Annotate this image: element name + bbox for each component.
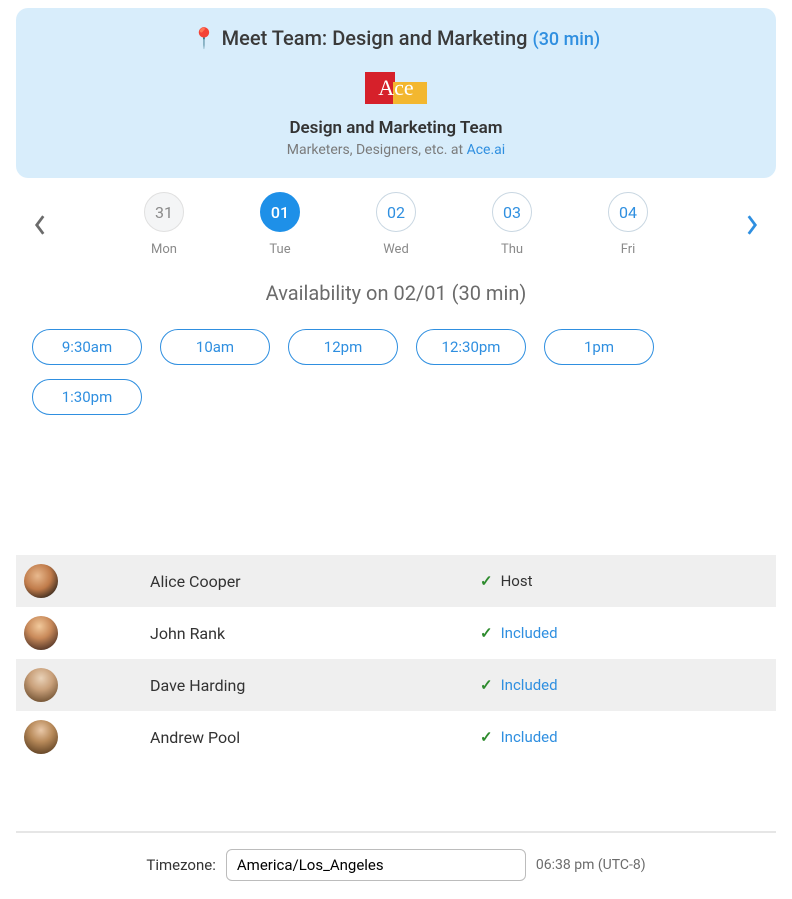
attendee-row: John Rank ✓ Included [16,607,776,659]
next-week-button[interactable] [740,213,764,237]
meeting-duration-value: 30 min [539,29,594,50]
meeting-title: 📍 Meet Team: Design and Marketing (30 mi… [36,26,756,50]
timezone-time: 06:38 pm (UTC-8) [536,857,646,873]
chevron-right-icon [745,214,759,236]
chevron-left-icon [33,214,47,236]
avatar [24,564,58,598]
timeslot-1000[interactable]: 10am [160,329,270,365]
attendee-name: Alice Cooper [150,572,480,591]
avatar [24,720,58,754]
day-label: Wed [383,242,409,257]
timeslot-1200[interactable]: 12pm [288,329,398,365]
team-subtitle: Marketers, Designers, etc. at Ace.ai [36,142,756,158]
company-logo: Ace [365,72,427,104]
day-number: 04 [608,192,648,232]
prev-week-button[interactable] [28,213,52,237]
date-picker: 31 Mon 01 Tue 02 Wed 03 Thu 04 Fri [0,178,792,257]
day-number: 31 [144,192,184,232]
day-tue[interactable]: 01 Tue [260,192,300,257]
day-number: 01 [260,192,300,232]
attendee-role: Included [501,676,558,694]
team-link[interactable]: Ace.ai [467,142,506,158]
check-icon: ✓ [480,728,493,746]
day-list: 31 Mon 01 Tue 02 Wed 03 Thu 04 Fri [106,192,686,257]
day-mon[interactable]: 31 Mon [144,192,184,257]
attendee-status: ✓ Host [480,572,532,590]
timezone-label: Timezone: [146,856,215,874]
timeslot-1330[interactable]: 1:30pm [32,379,142,415]
attendee-role: Included [501,624,558,642]
day-thu[interactable]: 03 Thu [492,192,532,257]
attendee-name: Andrew Pool [150,728,480,747]
timeslot-0930[interactable]: 9:30am [32,329,142,365]
attendees-list: Alice Cooper ✓ Host John Rank ✓ Included… [0,555,792,763]
team-sub-prefix: Marketers, Designers, etc. at [287,142,467,158]
check-icon: ✓ [480,676,493,694]
day-wed[interactable]: 02 Wed [376,192,416,257]
attendee-status: ✓ Included [480,624,558,642]
avatar [24,668,58,702]
check-icon: ✓ [480,624,493,642]
attendee-name: John Rank [150,624,480,643]
day-number: 03 [492,192,532,232]
team-name: Design and Marketing Team [36,118,756,138]
day-label: Mon [151,242,177,257]
attendee-status: ✓ Included [480,676,558,694]
timeslot-1300[interactable]: 1pm [544,329,654,365]
meeting-duration: (30 min) [532,29,600,50]
pin-icon: 📍 [192,26,217,50]
company-logo-text: Ace [365,74,427,104]
attendee-status: ✓ Included [480,728,558,746]
check-icon: ✓ [480,572,493,590]
day-label: Fri [621,242,636,257]
day-label: Tue [269,242,290,257]
day-fri[interactable]: 04 Fri [608,192,648,257]
timezone-bar: Timezone: 06:38 pm (UTC-8) [16,831,776,881]
attendee-role: Host [501,572,533,590]
timeslot-1230[interactable]: 12:30pm [416,329,526,365]
timeslot-list: 9:30am 10am 12pm 12:30pm 1pm 1:30pm [0,305,792,415]
attendee-row: Dave Harding ✓ Included [16,659,776,711]
meeting-header-card: 📍 Meet Team: Design and Marketing (30 mi… [16,8,776,178]
meeting-title-prefix: Meet Team: [222,26,333,50]
avatar [24,616,58,650]
attendee-row: Alice Cooper ✓ Host [16,555,776,607]
meeting-title-text: Design and Marketing [332,26,527,50]
attendee-row: Andrew Pool ✓ Included [16,711,776,763]
attendee-name: Dave Harding [150,676,480,695]
availability-heading: Availability on 02/01 (30 min) [0,281,792,305]
timezone-input[interactable] [226,849,526,881]
day-label: Thu [501,242,523,257]
day-number: 02 [376,192,416,232]
attendee-role: Included [501,728,558,746]
